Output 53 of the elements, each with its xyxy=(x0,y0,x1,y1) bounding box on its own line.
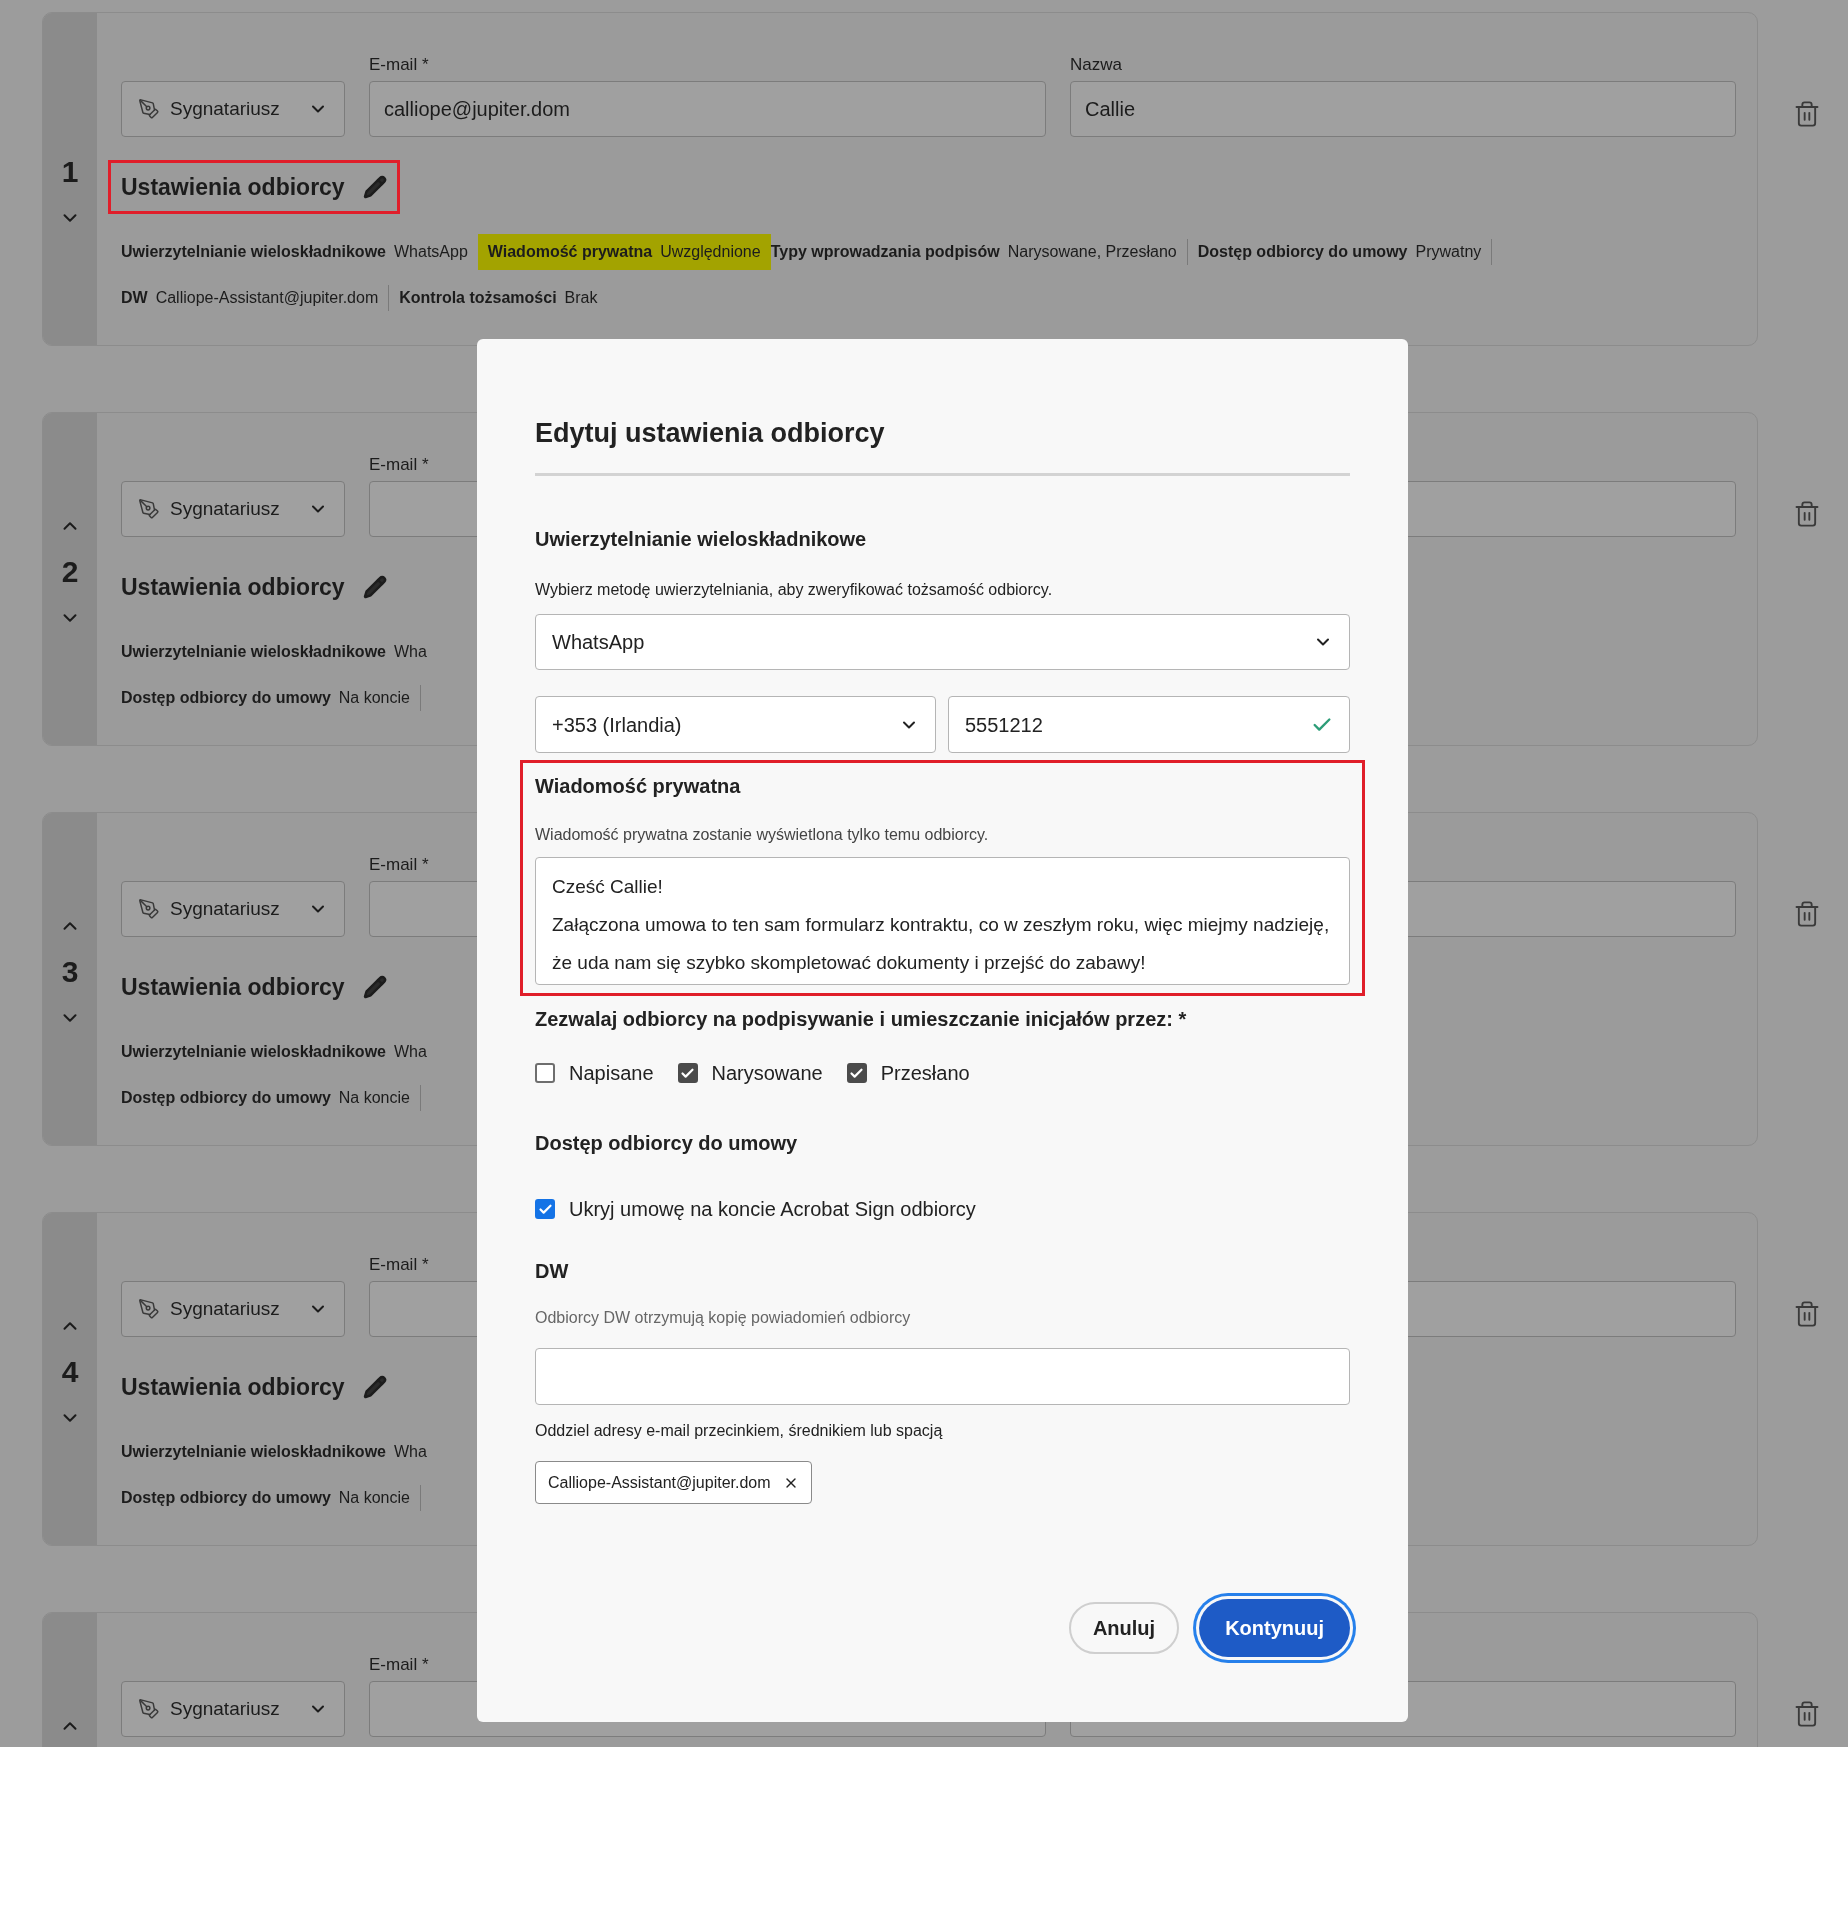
setting-label: DW xyxy=(121,288,148,308)
setting-label: Dostęp odbiorcy do umowy xyxy=(121,1088,331,1108)
setting-label: Uwierzytelnianie wieloskładnikowe xyxy=(121,642,386,662)
setting-value: Wha xyxy=(394,1442,427,1462)
field-label: E-mail * xyxy=(369,1254,429,1276)
setting-label: Dostęp odbiorcy do umowy xyxy=(1197,242,1408,262)
section-description: Wybierz metodę uwierzytelniania, aby zweryfikować tożsamość odbiorcy. xyxy=(535,580,1054,600)
field-label: E-mail * xyxy=(369,454,429,476)
recipient-number: 1 xyxy=(61,157,79,187)
option-label: Narysowane xyxy=(711,1061,823,1086)
setting-value: Wha xyxy=(394,642,427,662)
recipient-number: 4 xyxy=(61,1357,79,1387)
recipient-number: 3 xyxy=(61,957,79,987)
field-label: Nazwa xyxy=(1070,54,1122,76)
settings-heading: Ustawienia odbiorcy xyxy=(121,972,345,1002)
field-label: E-mail * xyxy=(369,54,429,76)
setting-value: Brak xyxy=(564,288,598,308)
section-heading: Uwierzytelnianie wieloskładnikowe xyxy=(535,527,868,552)
setting-value: Wha xyxy=(394,1042,427,1062)
settings-heading: Ustawienia odbiorcy xyxy=(121,172,345,202)
settings-heading: Ustawienia odbiorcy xyxy=(121,1372,345,1402)
setting-label: Dostęp odbiorcy do umowy xyxy=(121,688,331,708)
setting-value: WhatsApp xyxy=(394,242,468,262)
setting-label: Uwierzytelnianie wieloskładnikowe xyxy=(121,1042,386,1062)
setting-label: Kontrola tożsamości xyxy=(399,288,557,308)
section-description: Wiadomość prywatna zostanie wyświetlona tylko temu odbiorcy. xyxy=(535,825,990,845)
setting-label: Uwierzytelnianie wieloskładnikowe xyxy=(121,242,386,262)
option-label: Ukryj umowę na koncie Acrobat Sign odbiorcy xyxy=(569,1197,976,1222)
settings-heading: Ustawienia odbiorcy xyxy=(121,572,345,602)
section-description: Odbiorcy DW otrzymują kopię powiadomień odbiorcy xyxy=(535,1308,912,1328)
setting-label: Wiadomość prywatna xyxy=(487,242,653,262)
dialog-title: Edytuj ustawienia odbiorcy xyxy=(535,417,886,450)
setting-label: Uwierzytelnianie wieloskładnikowe xyxy=(121,1442,386,1462)
section-heading: DW xyxy=(535,1259,570,1284)
setting-value: Narysowane, Przesłano xyxy=(1007,242,1177,262)
option-label: Przesłano xyxy=(880,1061,970,1086)
section-heading: Zezwalaj odbiorcy na podpisywanie i umieszczanie inicjałów przez: * xyxy=(535,1007,1188,1032)
chip-label: Calliope-Assistant@jupiter.dom xyxy=(548,1472,771,1493)
field-label: E-mail * xyxy=(369,1654,429,1676)
section-heading: Wiadomość prywatna xyxy=(535,774,742,799)
setting-value: Na koncie xyxy=(338,1088,410,1108)
option-label: Napisane xyxy=(569,1061,654,1086)
field-label: E-mail * xyxy=(369,854,429,876)
setting-label: Dostęp odbiorcy do umowy xyxy=(121,1488,331,1508)
section-heading: Dostęp odbiorcy do umowy xyxy=(535,1131,799,1156)
setting-value: Calliope-Assistant@jupiter.dom xyxy=(155,288,379,308)
recipient-number: 2 xyxy=(61,557,79,587)
setting-value: Prywatny xyxy=(1415,242,1482,262)
field-hint: Oddziel adresy e-mail przecinkiem, średnikiem lub spacją xyxy=(535,1421,944,1441)
setting-value: Na koncie xyxy=(338,688,410,708)
setting-value: Uwzględnione xyxy=(660,242,761,262)
setting-value: Na koncie xyxy=(338,1488,410,1508)
setting-label: Typy wprowadzania podpisów xyxy=(770,242,1000,262)
